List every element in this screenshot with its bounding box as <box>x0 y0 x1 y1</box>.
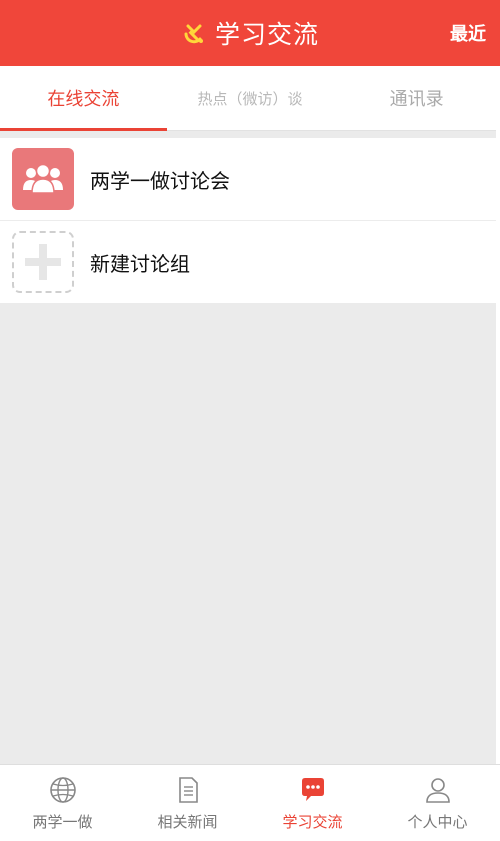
nav-label: 学习交流 <box>282 812 343 831</box>
list-item-discussion-group[interactable]: 两学一做讨论会 <box>0 138 496 221</box>
tab-online-exchange[interactable]: 在线交流 <box>0 66 167 131</box>
page-title: 学习交流 <box>214 20 319 49</box>
list-item-new-group[interactable]: 新建讨论组 <box>0 221 496 303</box>
app-header: 学习交流 最近 <box>0 0 500 66</box>
bottom-navigation: 两学一做 相关新闻 学习交流 个人中心 <box>0 764 500 841</box>
globe-icon <box>49 776 76 803</box>
add-icon <box>12 231 74 293</box>
tab-label: 通讯录 <box>389 89 444 110</box>
nav-label: 两学一做 <box>32 812 93 831</box>
recent-button[interactable]: 最近 <box>450 0 486 66</box>
nav-label: 个人中心 <box>407 812 468 831</box>
tab-bar: 在线交流 热点（微访）谈 通讯录 <box>0 66 500 131</box>
tab-label: 热点（微访）谈 <box>197 89 303 108</box>
nav-item-personal-center[interactable]: 个人中心 <box>375 765 500 841</box>
tab-label: 在线交流 <box>47 89 120 110</box>
nav-item-related-news[interactable]: 相关新闻 <box>125 765 250 841</box>
content-edge <box>496 130 500 764</box>
discussion-list: 两学一做讨论会 新建讨论组 <box>0 138 496 303</box>
header-title-group: 学习交流 <box>181 15 319 51</box>
tab-contacts[interactable]: 通讯录 <box>333 66 500 130</box>
person-icon <box>425 777 450 803</box>
group-icon <box>12 148 74 210</box>
nav-item-two-learn-one-do[interactable]: 两学一做 <box>0 765 125 841</box>
list-item-label: 两学一做讨论会 <box>90 168 230 193</box>
document-icon <box>178 776 198 803</box>
active-tab-indicator <box>0 128 167 131</box>
tab-hot-topics[interactable]: 热点（微访）谈 <box>167 66 334 130</box>
list-item-label: 新建讨论组 <box>90 251 190 276</box>
nav-label: 相关新闻 <box>157 812 218 831</box>
chat-bubble-icon <box>301 777 324 801</box>
hammer-sickle-icon <box>184 24 203 44</box>
nav-item-study-exchange[interactable]: 学习交流 <box>250 765 375 841</box>
